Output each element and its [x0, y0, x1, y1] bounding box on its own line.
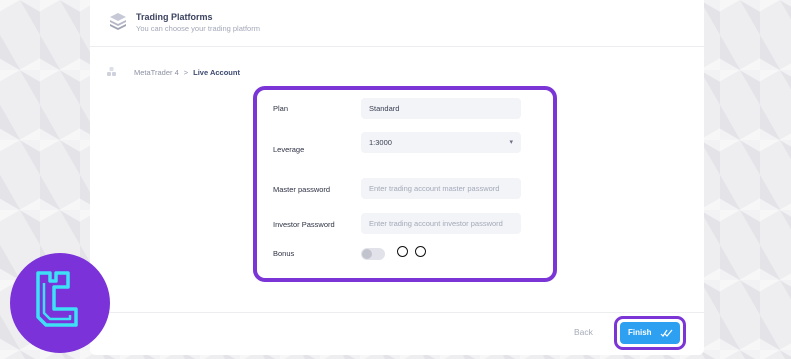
blocks-icon [107, 67, 116, 76]
leverage-row: Leverage 1:3000 ▾ [257, 130, 553, 160]
plan-value: Standard [369, 104, 400, 113]
finish-button[interactable]: Finish [620, 322, 680, 344]
master-password-field[interactable]: Enter trading account master password [361, 178, 521, 199]
finish-label: Finish [628, 328, 652, 337]
plan-label: Plan [273, 104, 289, 113]
page-title: Trading Platforms [136, 12, 213, 22]
leverage-select[interactable]: 1:3000 ▾ [361, 132, 521, 153]
bonus-toggle[interactable] [361, 248, 385, 260]
page-subtitle: You can choose your trading platform [136, 24, 260, 33]
layers-icon [110, 13, 126, 30]
finish-highlight: Finish [614, 316, 686, 350]
plan-row: Plan Standard [257, 96, 553, 120]
back-button[interactable]: Back [574, 327, 593, 337]
circle-marker-icon [415, 246, 426, 257]
investor-password-row: Investor Password Enter trading account … [257, 211, 553, 241]
breadcrumb-separator: > [183, 67, 189, 77]
bonus-row: Bonus [257, 244, 553, 266]
double-check-icon [660, 329, 673, 337]
master-password-row: Master password Enter trading account ma… [257, 176, 553, 206]
breadcrumb-item-platform[interactable]: MetaTrader 4 [134, 68, 179, 77]
plan-field[interactable]: Standard [361, 98, 521, 119]
card-header: Trading Platforms You can choose your tr… [90, 0, 704, 47]
chevron-down-icon: ▾ [509, 139, 513, 146]
account-form: Plan Standard Leverage 1:3000 ▾ Master p… [253, 86, 557, 282]
footer-divider [90, 312, 704, 313]
master-password-label: Master password [273, 185, 331, 194]
circle-marker-icon [397, 246, 408, 257]
investor-password-label: Investor Password [273, 220, 335, 229]
breadcrumb: MetaTrader 4 > Live Account [106, 66, 240, 78]
tradingfinder-logo [10, 253, 110, 353]
toggle-knob [362, 249, 372, 259]
leverage-value: 1:3000 [369, 138, 392, 147]
investor-password-field[interactable]: Enter trading account investor password [361, 213, 521, 234]
leverage-label: Leverage [273, 145, 305, 154]
tradingfinder-logo-icon [36, 271, 78, 327]
bonus-label: Bonus [273, 249, 295, 258]
breadcrumb-item-account: Live Account [193, 67, 240, 77]
